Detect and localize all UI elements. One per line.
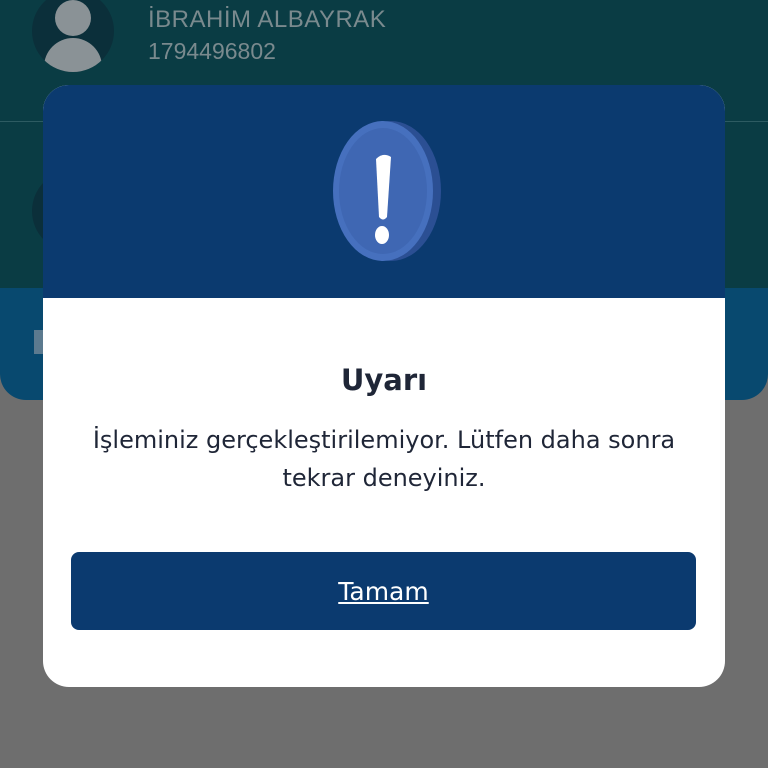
contact-name: İBRAHİM ALBAYRAK	[148, 6, 387, 33]
avatar	[32, 0, 114, 72]
contact-number: 1794496802	[148, 38, 276, 64]
screen: İBRAHİM ALBAYRAK 1794496802 Uyarı İşlemi…	[0, 0, 768, 768]
dialog-message: İşleminiz gerçekleştirilemiyor. Lütfen d…	[92, 426, 676, 492]
exclamation-icon	[333, 121, 441, 261]
dialog-title: Uyarı	[340, 363, 428, 397]
ok-button[interactable]: Tamam	[71, 552, 696, 630]
dialog-header	[43, 85, 725, 298]
ok-button-label: Tamam	[338, 576, 429, 606]
alert-dialog: Uyarı İşleminiz gerçekleştirilemiyor. Lü…	[43, 85, 725, 687]
